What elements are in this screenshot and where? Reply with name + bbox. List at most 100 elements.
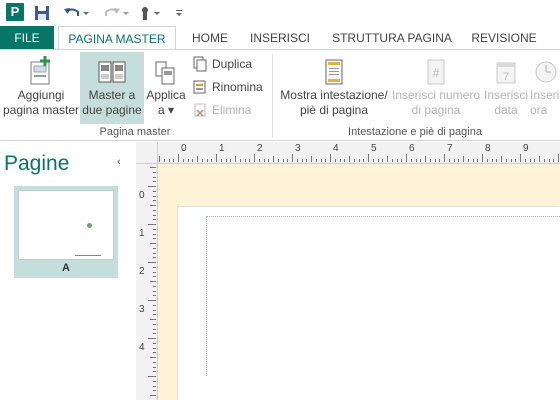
thumbnail-dot <box>87 223 92 228</box>
ruler-label: 1 <box>219 143 225 154</box>
ruler-tick <box>148 338 156 339</box>
two-page-master-button[interactable]: Master a due pagine <box>80 52 144 124</box>
insert-date-label-2: data <box>494 103 518 117</box>
undo-icon[interactable] <box>62 3 90 23</box>
ruler-tick <box>353 159 355 162</box>
ribbon-tabs: FILE PAGINA MASTER HOME INSERISCI STRUTT… <box>0 26 560 51</box>
ruler-tick <box>201 159 203 162</box>
ruler-label: 1 <box>139 228 145 239</box>
tab-home[interactable]: HOME <box>186 26 234 50</box>
ruler-tick <box>153 323 156 325</box>
ruler-tick <box>406 154 407 162</box>
ruler-tick <box>501 156 502 162</box>
ruler-tick <box>153 328 156 330</box>
tab-inserisci[interactable]: INSERISCI <box>248 26 312 50</box>
ruler-tick <box>148 376 156 377</box>
ruler-tick <box>150 395 156 396</box>
tab-revisione[interactable]: REVISIONE <box>468 26 540 50</box>
delete-button: Elimina <box>192 100 251 120</box>
ruler-tick <box>249 159 251 162</box>
master-page-thumbnail[interactable]: A <box>14 186 118 278</box>
ruler-tick <box>268 159 270 162</box>
ruler-tick <box>153 390 156 392</box>
ruler-tick <box>458 159 460 162</box>
add-master-page-icon <box>30 56 50 85</box>
ruler-tick <box>192 159 194 162</box>
ruler-label: 8 <box>485 143 491 154</box>
ruler-tick <box>239 159 241 162</box>
ruler-tick <box>153 347 156 349</box>
ruler-tick <box>150 167 156 168</box>
ruler-tick <box>153 309 156 311</box>
ruler-tick <box>377 159 379 162</box>
tab-pagina-master[interactable]: PAGINA MASTER <box>58 26 176 51</box>
ruler-tick <box>472 159 474 162</box>
apply-to-button[interactable]: Applica a ▾ <box>144 52 188 124</box>
ruler-tick <box>410 159 412 162</box>
ruler-tick <box>325 159 327 162</box>
ruler-tick <box>363 159 365 162</box>
ruler-tick <box>510 159 512 162</box>
ruler-tick <box>148 300 156 301</box>
document-canvas: 0123456789 101234 <box>136 142 560 400</box>
ruler-tick <box>173 159 175 162</box>
workspace-area[interactable] <box>158 164 560 400</box>
ruler-tick <box>153 181 156 183</box>
ruler-tick <box>482 154 483 162</box>
ruler-tick <box>182 159 184 162</box>
duplicate-button[interactable]: Duplica <box>192 54 252 74</box>
ruler-tick <box>153 276 156 278</box>
touch-mode-icon[interactable] <box>138 3 166 23</box>
ruler-tick <box>453 159 455 162</box>
ruler-tick <box>153 195 156 197</box>
ruler-label: 0 <box>139 190 145 201</box>
ruler-corner[interactable] <box>136 142 158 164</box>
vertical-ruler[interactable]: 101234 <box>136 164 158 400</box>
ruler-tick <box>520 154 521 162</box>
horizontal-ruler[interactable]: 0 1 2 3 4 5 6 7 8 9 <box>158 142 560 164</box>
save-icon[interactable] <box>34 3 50 23</box>
ruler-tick <box>282 159 284 162</box>
ruler-tick <box>287 159 289 162</box>
ruler-tick <box>439 159 441 162</box>
ruler-tick <box>543 159 545 162</box>
ruler-tick <box>168 159 170 162</box>
tab-file[interactable]: FILE <box>0 26 54 50</box>
add-master-page-button[interactable]: Aggiungi pagina master <box>2 52 80 124</box>
ruler-tick <box>153 257 156 259</box>
ruler-tick <box>153 352 156 354</box>
group-label-header-footer: Intestazione e piè di pagina <box>348 126 482 138</box>
ruler-tick <box>153 266 156 268</box>
ruler-tick <box>277 159 279 162</box>
show-header-footer-label-2: piè di pagina <box>299 103 369 117</box>
customize-qat-icon[interactable] <box>174 3 184 23</box>
ruler-tick <box>558 154 559 162</box>
tab-struttura-pagina[interactable]: STRUTTURA PAGINA <box>330 26 454 50</box>
ruler-tick <box>153 214 156 216</box>
group-separator <box>272 54 273 138</box>
ruler-tick <box>486 159 488 162</box>
ruler-tick <box>230 159 232 162</box>
ruler-tick <box>387 156 388 162</box>
rename-button[interactable]: Rinomina <box>192 77 263 97</box>
ruler-tick <box>273 156 274 162</box>
ruler-tick <box>244 159 246 162</box>
ruler-tick <box>150 319 156 320</box>
ruler-tick <box>401 159 403 162</box>
ruler-tick <box>153 361 156 363</box>
ruler-label: 7 <box>447 143 453 154</box>
clock-icon <box>535 61 557 83</box>
collapse-pane-icon[interactable]: ‹ <box>117 156 121 168</box>
rename-icon <box>193 80 206 94</box>
ruler-tick <box>163 159 165 162</box>
two-page-master-label-2: due pagine <box>82 103 142 117</box>
ruler-tick <box>382 159 384 162</box>
page-number-icon: # <box>427 59 445 85</box>
ruler-tick <box>153 228 156 230</box>
ruler-tick <box>153 371 156 373</box>
duplicate-icon <box>193 56 207 72</box>
ruler-tick <box>320 159 322 162</box>
show-header-footer-button[interactable]: Mostra intestazione/ piè di pagina <box>278 52 390 124</box>
ruler-tick <box>178 154 179 162</box>
ruler-tick <box>534 159 536 162</box>
